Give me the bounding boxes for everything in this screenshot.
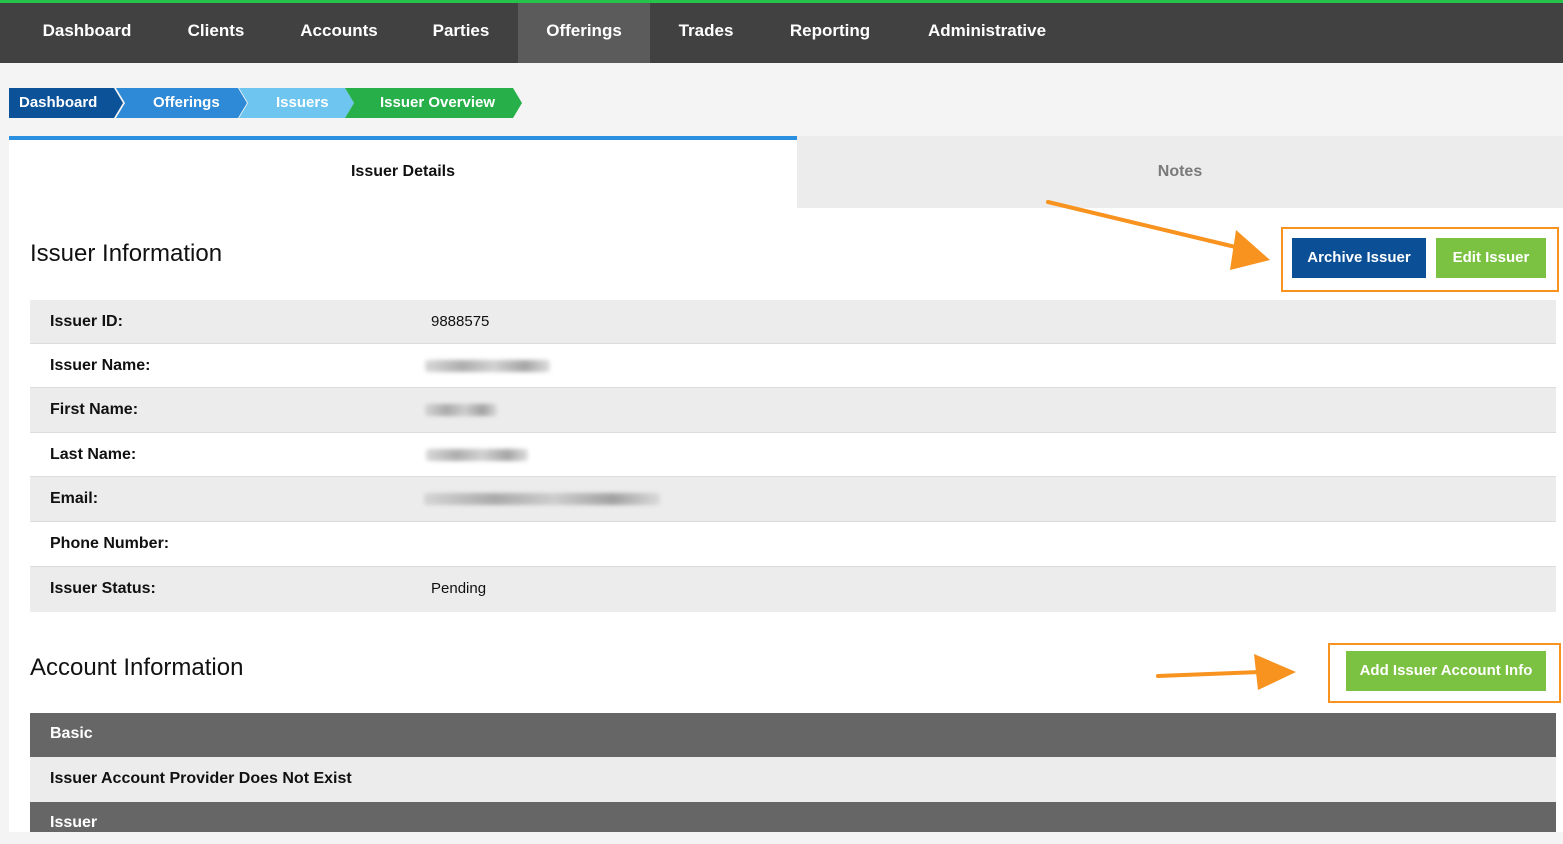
breadcrumb-issuers[interactable]: Issuers — [239, 88, 354, 118]
breadcrumb-issuer-overview: Issuer Overview — [345, 88, 522, 118]
issuer-information-title: Issuer Information — [30, 240, 223, 267]
table-row: Last Name: — [30, 433, 1556, 477]
table-row: Email: — [30, 477, 1556, 522]
issuer-status-label: Issuer Status: — [50, 580, 156, 597]
annotation-arrow-icon — [1156, 654, 1296, 690]
table-row: Phone Number: — [30, 522, 1556, 567]
breadcrumb-dashboard[interactable]: Dashboard — [9, 88, 123, 118]
basic-section-header: Basic — [30, 713, 1556, 757]
issuer-status-value: Pending — [431, 580, 487, 597]
issuer-name-label: Issuer Name: — [50, 357, 151, 374]
issuer-id-label: Issuer ID: — [50, 313, 123, 330]
last-name-label: Last Name: — [50, 446, 137, 463]
nav-accounts[interactable]: Accounts — [285, 3, 393, 63]
account-information-title: Account Information — [30, 654, 244, 681]
redacted-email — [424, 493, 660, 505]
redacted-last-name — [426, 449, 528, 461]
provider-missing-message: Issuer Account Provider Does Not Exist — [30, 757, 1556, 802]
table-row: Issuer ID: 9888575 — [30, 300, 1556, 344]
first-name-label: First Name: — [50, 401, 139, 418]
nav-administrative[interactable]: Administrative — [912, 3, 1062, 63]
nav-offerings[interactable]: Offerings — [518, 3, 650, 63]
issuer-id-value: 9888575 — [431, 313, 490, 330]
table-row: First Name: — [30, 388, 1556, 433]
table-row: Issuer Status: Pending — [30, 567, 1556, 612]
breadcrumb-offerings[interactable]: Offerings — [116, 88, 247, 118]
archive-issuer-button[interactable]: Archive Issuer — [1292, 238, 1426, 278]
top-nav: Dashboard Clients Accounts Parties Offer… — [0, 0, 1563, 63]
email-label: Email: — [50, 490, 99, 507]
nav-reporting[interactable]: Reporting — [774, 3, 886, 63]
tab-issuer-details[interactable]: Issuer Details — [9, 136, 797, 212]
nav-dashboard[interactable]: Dashboard — [27, 3, 147, 63]
redacted-issuer-name — [425, 360, 550, 372]
nav-trades[interactable]: Trades — [664, 3, 748, 63]
issuer-section-header: Issuer — [30, 802, 1556, 832]
nav-clients[interactable]: Clients — [173, 3, 259, 63]
phone-number-label: Phone Number: — [50, 535, 170, 552]
add-issuer-account-info-button[interactable]: Add Issuer Account Info — [1346, 651, 1546, 691]
nav-parties[interactable]: Parties — [418, 3, 504, 63]
annotation-arrow-icon — [1046, 200, 1270, 270]
edit-issuer-button[interactable]: Edit Issuer — [1436, 238, 1546, 278]
redacted-first-name — [425, 404, 497, 416]
table-row: Issuer Name: — [30, 344, 1556, 388]
